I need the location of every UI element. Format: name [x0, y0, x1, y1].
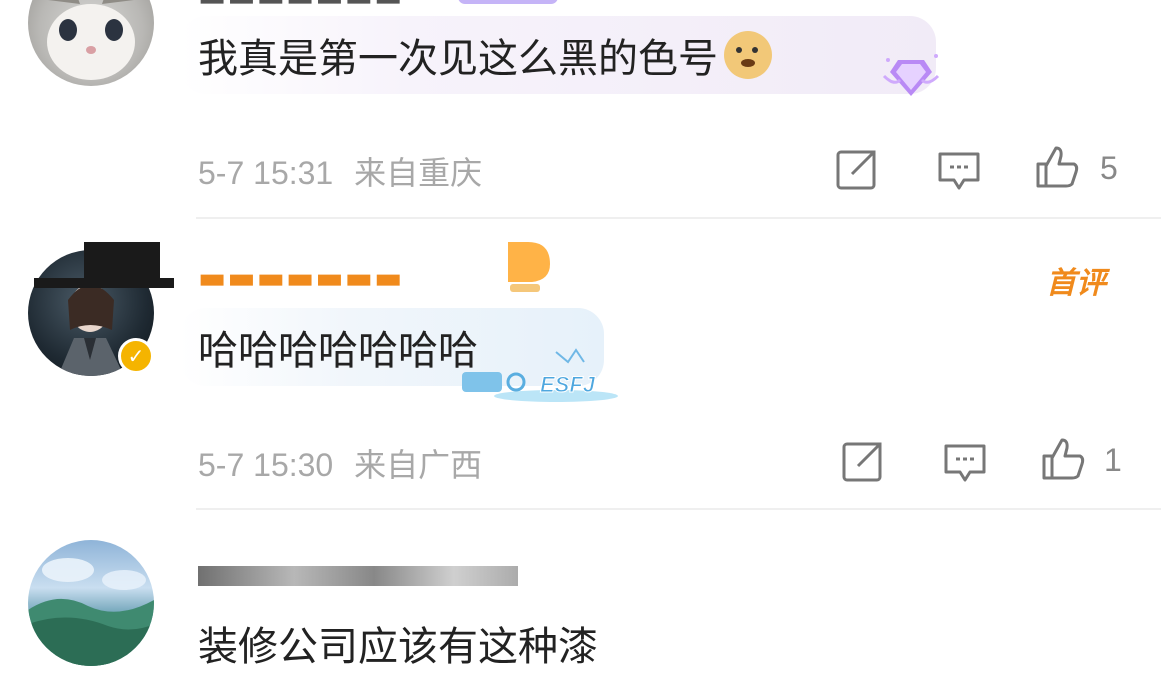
username-obscured[interactable] — [198, 566, 518, 586]
divider — [196, 508, 1161, 510]
location: 来自重庆 — [354, 155, 483, 191]
comment-icon[interactable] — [942, 440, 988, 486]
share-icon[interactable] — [834, 146, 880, 192]
purple-gem-icon — [882, 54, 940, 96]
avatar-redaction — [34, 242, 174, 292]
avatar[interactable] — [28, 540, 154, 666]
orange-badge-icon — [508, 242, 550, 292]
comment-bubble: 我真是第一次见这么黑的色号 — [180, 16, 936, 94]
like-count: 1 — [1104, 442, 1122, 478]
comment-text: 装修公司应该有这种漆 — [198, 624, 598, 670]
username-obscured[interactable]: ▬▬▬▬▬▬▬ — [198, 0, 448, 4]
timestamp: 5-7 15:30 — [198, 447, 334, 483]
like-icon[interactable] — [1034, 144, 1080, 190]
first-comment-tag: 首评 — [1046, 266, 1106, 301]
divider — [196, 217, 1161, 219]
comment-icon[interactable] — [936, 148, 982, 194]
timestamp: 5-7 15:31 — [198, 155, 334, 191]
avatar[interactable] — [28, 0, 154, 86]
username-obscured[interactable]: ▬▬▬▬▬▬▬ — [198, 272, 498, 296]
esfj-badge: ESFJ — [462, 348, 618, 402]
comment-meta: 5-7 15:30 来自广西 — [198, 440, 482, 486]
location: 来自广西 — [354, 447, 483, 483]
comment-text: 我真是第一次见这么黑的色号 — [198, 36, 718, 82]
comment-meta: 5-7 15:31 来自重庆 — [198, 148, 482, 194]
doge-emoji-icon — [724, 31, 772, 79]
member-badge — [458, 0, 558, 4]
like-count: 5 — [1100, 150, 1118, 186]
comment-text: 哈哈哈哈哈哈哈 — [198, 328, 478, 374]
like-icon[interactable] — [1040, 436, 1086, 482]
comment-list: ▬▬▬▬▬▬▬ 我真是第一次见这么黑的色号 5-7 15:31 来自重庆 5 — [0, 0, 1161, 686]
share-icon[interactable] — [840, 438, 886, 484]
esfj-label: ESFJ — [540, 372, 596, 397]
verified-badge-icon: ✓ — [118, 338, 154, 374]
